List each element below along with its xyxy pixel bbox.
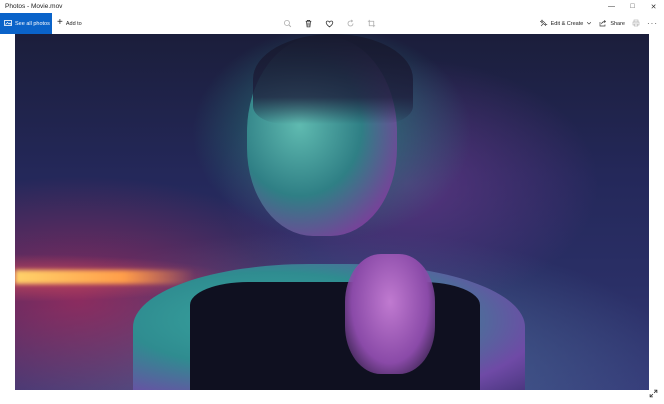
crop-icon — [367, 15, 376, 33]
more-icon: ··· — [647, 19, 658, 28]
add-to-button[interactable]: + Add to — [57, 17, 82, 28]
print-icon — [632, 19, 640, 29]
crop-button[interactable] — [366, 19, 376, 29]
maximize-button[interactable]: □ — [622, 0, 643, 13]
maximize-icon: □ — [630, 3, 635, 10]
zoom-button[interactable] — [282, 19, 292, 29]
photos-icon — [4, 19, 12, 29]
favorite-icon — [325, 15, 334, 33]
share-icon — [599, 19, 607, 29]
more-options-button[interactable]: ··· — [647, 19, 658, 28]
photo-subject-top — [190, 282, 480, 390]
delete-icon — [304, 15, 313, 33]
edit-create-button[interactable]: Edit & Create — [539, 18, 593, 29]
right-tools: Edit & Create Share ··· — [539, 13, 658, 34]
see-all-photos-button[interactable]: See all photos — [0, 13, 52, 34]
photo-subject-hand — [345, 254, 435, 374]
close-button[interactable]: ✕ — [643, 0, 664, 13]
title-bar: Photos - Movie.mov — □ ✕ — [0, 0, 664, 13]
minimize-button[interactable]: — — [601, 0, 622, 13]
neon-light-tube — [15, 270, 195, 284]
plus-icon: + — [57, 17, 63, 28]
rotate-button[interactable] — [345, 19, 355, 29]
chevron-down-icon — [586, 20, 592, 28]
share-button[interactable]: Share — [599, 19, 625, 29]
fullscreen-button[interactable] — [648, 389, 658, 399]
photo-subject-hair — [253, 34, 413, 124]
close-icon: ✕ — [650, 3, 657, 11]
zoom-icon — [283, 15, 292, 33]
see-all-photos-label: See all photos — [15, 20, 50, 27]
window-controls: — □ ✕ — [601, 0, 664, 13]
favorite-button[interactable] — [324, 19, 334, 29]
minimize-icon: — — [608, 3, 615, 10]
add-to-label: Add to — [65, 20, 82, 27]
photo-viewer[interactable] — [15, 34, 649, 390]
expand-icon — [649, 385, 658, 403]
edit-create-label: Edit & Create — [550, 20, 584, 27]
center-tools — [282, 13, 376, 34]
edit-create-icon — [539, 18, 548, 29]
toolbar: See all photos + Add to Edit & Create Sh… — [0, 13, 664, 34]
delete-button[interactable] — [303, 19, 313, 29]
rotate-icon — [346, 15, 355, 33]
window-title: Photos - Movie.mov — [5, 3, 63, 10]
share-label: Share — [610, 20, 625, 27]
print-button[interactable] — [632, 19, 640, 29]
